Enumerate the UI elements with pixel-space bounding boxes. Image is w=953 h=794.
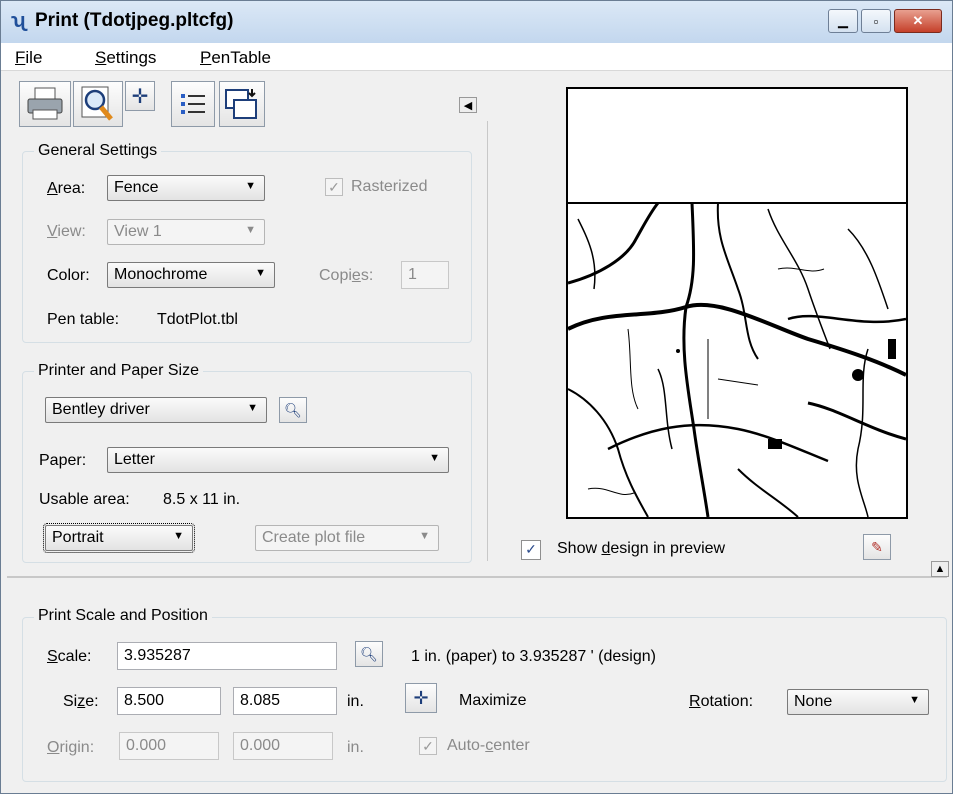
paper-label: Paper: (39, 452, 87, 469)
menu-pentable[interactable]: PenTable (200, 48, 271, 68)
chevron-down-icon: ▼ (173, 530, 184, 542)
menu-bar: File Settings PenTable (1, 43, 952, 71)
size-label: Size: (63, 693, 99, 710)
check-icon: ✓ (328, 179, 340, 195)
preview-button[interactable] (73, 81, 123, 127)
chevron-down-icon: ▼ (419, 530, 430, 542)
print-preview[interactable] (566, 87, 908, 519)
chevron-down-icon: ▼ (909, 694, 920, 706)
copies-input[interactable]: 1 (401, 261, 449, 289)
windows-page-icon (225, 89, 257, 119)
magnifier-icon: 🔍︎ (360, 645, 378, 662)
rasterized-checkbox[interactable]: ✓ (325, 178, 343, 196)
rotation-dropdown[interactable]: None ▼ (787, 689, 929, 715)
chevron-down-icon: ▼ (245, 180, 256, 192)
close-icon: ✕ (912, 13, 924, 28)
maximize-button[interactable]: ▫ (861, 9, 891, 33)
print-button[interactable] (19, 81, 71, 127)
chevron-down-icon: ▼ (247, 402, 258, 414)
color-label: Color: (47, 267, 90, 284)
scale-label: Scale: (47, 648, 92, 665)
auto-center-checkbox[interactable]: ✓ (419, 737, 437, 755)
check-icon: ✓ (525, 541, 537, 557)
title-bar[interactable]: ʯ Print (Tdotjpeg.pltcfg) ▁ ▫ ✕ (1, 1, 952, 43)
show-design-label: Show design in preview (557, 540, 726, 557)
maximize-button-scale[interactable]: ✛ (405, 683, 437, 713)
maximize-fit-icon: ✛ (131, 85, 149, 108)
view-label: View: (47, 223, 86, 240)
list-button[interactable] (171, 81, 215, 127)
rasterized-label: Rasterized (351, 178, 428, 195)
preview-magnifier-icon (81, 86, 113, 121)
chevron-down-icon: ▼ (245, 224, 256, 236)
bentley-print-icon: ʯ (11, 10, 26, 32)
show-design-checkbox[interactable]: ✓ (521, 540, 541, 560)
scale-input[interactable]: 3.935287 (117, 642, 337, 670)
copies-label: Copies: (319, 267, 374, 284)
maximize-label: Maximize (459, 692, 527, 709)
size-x-input[interactable]: 8.500 (117, 687, 221, 715)
close-button[interactable]: ✕ (894, 9, 942, 33)
pen-icon: ✎ (871, 538, 883, 555)
output-dropdown[interactable]: Create plot file ▼ (255, 525, 439, 551)
maximize-fit-icon: ✛ (413, 687, 429, 708)
magnifier-icon: 🔍︎ (284, 401, 302, 418)
printer-paper-title: Printer and Paper Size (34, 362, 203, 380)
chevron-down-icon: ▼ (255, 267, 266, 279)
window-title: Print (Tdotjpeg.pltcfg) (35, 10, 234, 31)
page-setup-button[interactable] (219, 81, 265, 127)
origin-y-input[interactable]: 0.000 (233, 732, 333, 760)
general-settings-title: General Settings (34, 142, 162, 160)
rotation-label: Rotation: (689, 693, 754, 710)
menu-settings[interactable]: Settings (95, 48, 156, 68)
printer-icon (27, 87, 63, 120)
minimize-button[interactable]: ▁ (828, 9, 858, 33)
preview-map-image (567, 89, 907, 518)
scale-assistant-button[interactable]: 🔍︎ (355, 641, 383, 667)
usable-area-value: 8.5 x 11 in. (163, 491, 241, 508)
origin-x-input[interactable]: 0.000 (119, 732, 219, 760)
view-dropdown[interactable]: View 1 ▼ (107, 219, 265, 245)
area-label: Area: (47, 180, 86, 197)
left-arrow-icon: ◀ (463, 99, 473, 112)
printer-properties-button[interactable]: 🔍︎ (279, 397, 307, 423)
vertical-splitter[interactable] (487, 121, 488, 561)
origin-unit: in. (347, 739, 364, 756)
horizontal-splitter[interactable] (7, 576, 947, 578)
print-dialog: ʯ Print (Tdotjpeg.pltcfg) ▁ ▫ ✕ File Set… (0, 0, 953, 794)
maximize-icon: ▫ (873, 13, 879, 29)
list-icon (181, 94, 205, 114)
collapse-scale-button[interactable]: ▲ (931, 561, 949, 577)
menu-file[interactable]: File (15, 48, 42, 68)
pen-table-label: Pen table: (47, 311, 120, 328)
up-arrow-icon: ▲ (934, 563, 946, 575)
printer-driver-dropdown[interactable]: Bentley driver ▼ (45, 397, 267, 423)
collapse-preview-button[interactable]: ◀ (459, 97, 477, 113)
auto-center-label: Auto-center (447, 737, 530, 754)
print-scale-title: Print Scale and Position (34, 607, 212, 625)
pen-table-value: TdotPlot.tbl (157, 311, 238, 328)
chevron-down-icon: ▼ (429, 452, 440, 464)
preview-settings-button[interactable]: ✎ (863, 534, 891, 560)
check-icon: ✓ (422, 738, 434, 754)
area-dropdown[interactable]: Fence ▼ (107, 175, 265, 201)
maximize-fit-button[interactable]: ✛ (125, 81, 155, 111)
size-y-input[interactable]: 8.085 (233, 687, 337, 715)
color-dropdown[interactable]: Monochrome ▼ (107, 262, 275, 288)
scale-description: 1 in. (paper) to 3.935287 ' (design) (411, 648, 656, 665)
minimize-icon: ▁ (838, 13, 848, 28)
size-unit: in. (347, 693, 364, 710)
usable-area-label: Usable area: (39, 491, 130, 508)
origin-label: Origin: (47, 739, 95, 756)
paper-dropdown[interactable]: Letter ▼ (107, 447, 449, 473)
orientation-dropdown[interactable]: Portrait ▼ (43, 523, 195, 553)
